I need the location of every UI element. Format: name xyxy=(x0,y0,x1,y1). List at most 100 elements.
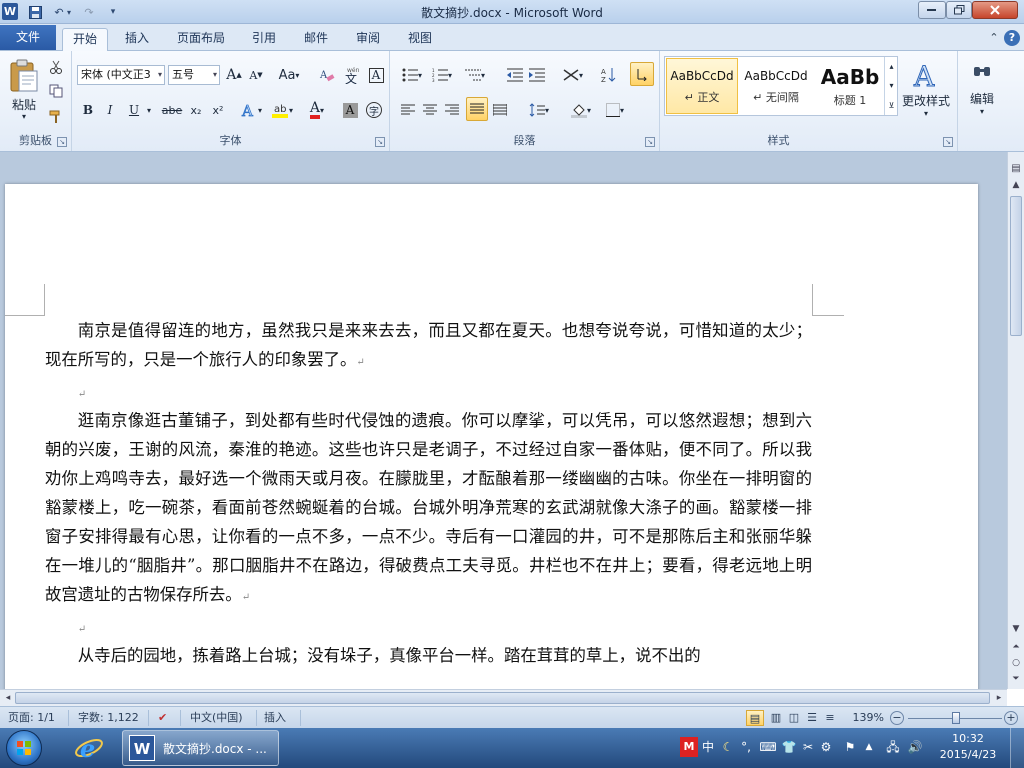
style-normal[interactable]: AaBbCcDd ↵ 正文 xyxy=(666,58,738,114)
system-clock[interactable]: 10:32 2015/4/23 xyxy=(938,731,998,763)
paste-icon[interactable] xyxy=(6,55,42,97)
clear-formatting-icon[interactable]: A xyxy=(316,64,338,86)
ime-halfwidth-icon[interactable]: ☾ xyxy=(720,737,736,757)
style-heading-1[interactable]: AaBb 标题 1 xyxy=(814,58,886,114)
align-right-icon[interactable] xyxy=(442,99,462,121)
tab-file[interactable]: 文件 xyxy=(0,25,56,50)
browse-object-icon[interactable]: ○ xyxy=(1009,656,1023,670)
ime-settings-icon[interactable]: ⚙ xyxy=(818,737,834,757)
previous-page-icon[interactable]: ⏶ xyxy=(1009,640,1023,654)
superscript-button[interactable]: x² xyxy=(208,99,228,121)
horizontal-scrollbar[interactable]: ◂ ▸ xyxy=(0,689,1007,706)
styles-scroll-up-icon[interactable]: ▴ xyxy=(884,57,898,76)
change-case-button[interactable]: Aa ▾ xyxy=(276,64,302,86)
underline-button[interactable]: U xyxy=(124,99,144,121)
scroll-down-icon[interactable]: ▼ xyxy=(1009,622,1023,636)
minimize-button[interactable] xyxy=(918,1,946,19)
show-hide-marks-button[interactable] xyxy=(630,62,654,86)
tab-insert[interactable]: 插入 xyxy=(116,28,158,51)
language-indicator[interactable]: 中文(中国) xyxy=(190,710,243,726)
paste-dropdown-icon[interactable]: ▾ xyxy=(18,111,30,121)
next-page-icon[interactable]: ⏷ xyxy=(1009,672,1023,686)
document-body[interactable]: 南京是值得留连的地方，虽然我只是来来去去，而且又都在夏天。也想夸说夸说，可惜知道… xyxy=(45,316,812,670)
show-desktop-button[interactable] xyxy=(1010,728,1024,768)
font-launcher-icon[interactable]: ↘ xyxy=(375,137,385,147)
numbering-button[interactable]: 1 2 3 ▾ xyxy=(428,64,456,86)
shrink-font-button[interactable]: A ▼ xyxy=(246,64,266,86)
volume-icon[interactable]: 🔊 xyxy=(906,737,924,757)
draft-view-icon[interactable]: ≡ xyxy=(822,710,838,726)
styles-more-icon[interactable]: ⊻ xyxy=(884,95,898,115)
tab-references[interactable]: 引用 xyxy=(244,28,284,51)
horizontal-scroll-thumb[interactable] xyxy=(15,692,990,704)
style-no-spacing[interactable]: AaBbCcDd ↵ 无间隔 xyxy=(740,58,812,114)
page-count[interactable]: 页面: 1/1 xyxy=(8,710,55,726)
sort-icon[interactable]: AZ xyxy=(598,64,620,86)
ime-logo-icon[interactable]: M xyxy=(680,737,698,757)
start-button[interactable] xyxy=(6,730,42,766)
text-effects-button[interactable]: A ▾ xyxy=(238,99,264,121)
scroll-right-icon[interactable]: ▸ xyxy=(992,691,1006,705)
flag-notification-icon[interactable]: ⚑ xyxy=(842,737,858,757)
font-size-dropdown-icon[interactable]: ▾ xyxy=(213,66,217,84)
outline-view-icon[interactable]: ☰ xyxy=(804,710,820,726)
tab-home[interactable]: 开始 xyxy=(62,28,108,52)
document-paragraph[interactable]: 南京是值得留连的地方，虽然我只是来来去去，而且又都在夏天。也想夸说夸说，可惜知道… xyxy=(45,316,812,377)
character-border-button[interactable]: A xyxy=(366,64,386,86)
bullets-button[interactable]: ▾ xyxy=(398,64,426,86)
grow-font-button[interactable]: A ▲ xyxy=(224,64,244,86)
document-paragraph[interactable]: 逛南京像逛古董铺子，到处都有些时代侵蚀的遗痕。你可以摩挲，可以凭吊，可以悠然遐想… xyxy=(45,406,812,612)
minimize-ribbon-icon[interactable]: ⌃ xyxy=(986,30,1002,46)
distributed-icon[interactable] xyxy=(490,99,510,121)
strikethrough-button[interactable]: abe xyxy=(160,99,184,121)
zoom-level[interactable]: 139% xyxy=(846,710,884,726)
document-page[interactable]: 南京是值得留连的地方，虽然我只是来来去去，而且又都在夏天。也想夸说夸说，可惜知道… xyxy=(5,184,978,689)
taskbar-word-button[interactable]: W 散文摘抄.docx - ... xyxy=(122,730,279,766)
multilevel-list-button[interactable]: ▾ xyxy=(460,64,490,86)
document-paragraph[interactable]: ↵ xyxy=(45,377,812,406)
subscript-button[interactable]: x₂ xyxy=(186,99,206,121)
underline-dropdown-icon[interactable]: ▾ xyxy=(144,99,154,121)
change-styles-icon[interactable]: A xyxy=(902,55,950,95)
tab-review[interactable]: 审阅 xyxy=(348,28,388,51)
align-center-icon[interactable] xyxy=(420,99,440,121)
font-name-dropdown-icon[interactable]: ▾ xyxy=(158,66,162,84)
cut-icon[interactable] xyxy=(46,57,66,77)
increase-indent-icon[interactable] xyxy=(526,64,548,86)
ime-keyboard-icon[interactable]: ⌨ xyxy=(758,737,778,757)
restore-button[interactable] xyxy=(946,1,972,19)
change-styles-dropdown-icon[interactable]: ▾ xyxy=(920,107,932,119)
ime-tools-icon[interactable]: ✂ xyxy=(800,737,816,757)
full-screen-reading-icon[interactable]: ▥ xyxy=(768,710,784,726)
font-size-combo[interactable]: 五号 ▾ xyxy=(168,65,220,85)
network-icon[interactable]: 🖧 xyxy=(884,737,902,757)
ime-language[interactable]: 中 xyxy=(700,737,716,757)
document-paragraph[interactable]: ↵ xyxy=(45,612,812,641)
text-highlight-button[interactable]: ab ▾ xyxy=(268,99,296,121)
shading-button[interactable]: ▾ xyxy=(566,99,596,121)
word-count[interactable]: 字数: 1,122 xyxy=(78,710,139,726)
asian-layout-button[interactable]: ▾ xyxy=(558,64,588,86)
tab-view[interactable]: 视图 xyxy=(400,28,440,51)
format-painter-icon[interactable] xyxy=(46,107,66,127)
clipboard-launcher-icon[interactable]: ↘ xyxy=(57,137,67,147)
paragraph-launcher-icon[interactable]: ↘ xyxy=(645,137,655,147)
document-paragraph[interactable]: 从寺后的园地，拣着路上台城；没有垛子，真像平台一样。踏在茸茸的草上，说不出的 xyxy=(45,641,812,670)
bold-button[interactable]: B xyxy=(78,99,98,121)
help-icon[interactable]: ? xyxy=(1004,30,1020,46)
view-ruler-icon[interactable]: ▤ xyxy=(1009,162,1023,176)
borders-button[interactable]: ▾ xyxy=(600,99,630,121)
scroll-up-icon[interactable]: ▲ xyxy=(1009,178,1023,192)
decrease-indent-icon[interactable] xyxy=(504,64,526,86)
insert-mode-indicator[interactable]: 插入 xyxy=(264,710,286,726)
styles-launcher-icon[interactable]: ↘ xyxy=(943,137,953,147)
font-color-button[interactable]: A ▾ xyxy=(304,99,330,121)
editing-dropdown-icon[interactable]: ▾ xyxy=(976,105,988,117)
close-button[interactable] xyxy=(972,1,1018,19)
tab-mailings[interactable]: 邮件 xyxy=(296,28,336,51)
find-binoculars-icon[interactable] xyxy=(970,57,994,85)
tab-page-layout[interactable]: 页面布局 xyxy=(168,28,234,51)
line-spacing-button[interactable]: ▾ xyxy=(524,99,554,121)
internet-explorer-icon[interactable]: e xyxy=(68,731,110,765)
zoom-out-button[interactable]: − xyxy=(890,711,904,725)
